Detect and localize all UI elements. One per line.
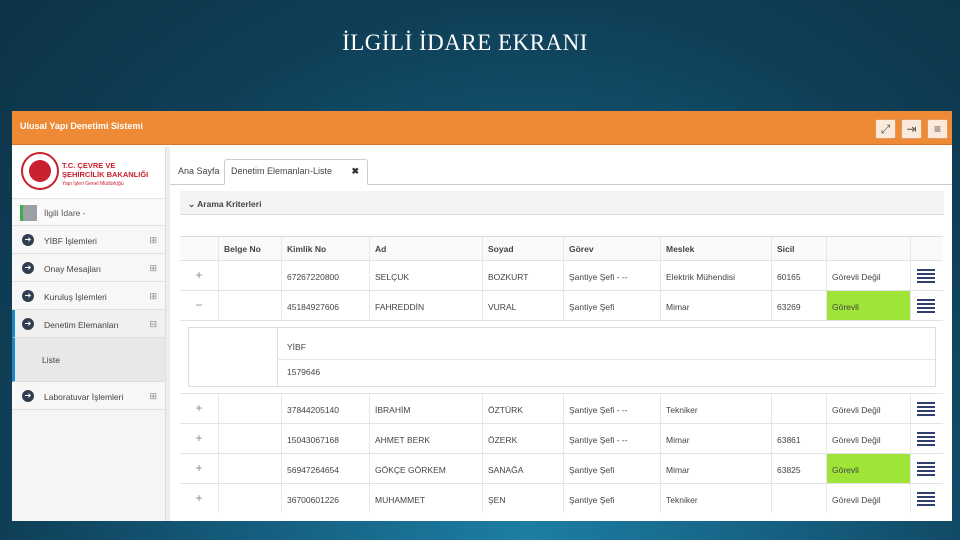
detail-value[interactable]: 1579646 — [287, 367, 320, 377]
arrow-circle-icon: ➔ — [22, 390, 34, 402]
sidebar-item-yibf[interactable]: ➔ YİBF İşlemleri ⊞ — [12, 226, 165, 254]
fullscreen-icon[interactable]: ⤢ — [875, 119, 896, 139]
status-badge: Görevli Değil — [826, 261, 910, 290]
status-badge: Görevli Değil — [826, 424, 910, 453]
avatar — [20, 205, 37, 221]
ministry-seal-icon — [21, 152, 59, 190]
main-content: Ana Sayfa Denetim Elemanları-Liste ✖ ⌄ A… — [170, 147, 952, 521]
row-menu-icon[interactable] — [917, 492, 935, 506]
column-header[interactable]: Ad — [369, 237, 482, 260]
search-criteria-label: ⌄ Arama Kriterleri — [188, 199, 262, 209]
sidebar-item-laboratuvar[interactable]: ➔ Laboratuvar İşlemleri ⊞ — [12, 382, 165, 410]
arrow-circle-icon: ➔ — [22, 318, 34, 330]
column-header[interactable]: Görev — [563, 237, 660, 260]
search-criteria-panel[interactable]: ⌄ Arama Kriterleri — [180, 191, 944, 215]
expand-row-icon[interactable]: + — [180, 394, 218, 423]
table-row[interactable]: + 67267220800 SELÇUK BOZKURT Şantiye Şef… — [180, 260, 943, 290]
column-header[interactable]: Soyad — [482, 237, 563, 260]
column-header[interactable]: Kimlik No — [281, 237, 369, 260]
column-header[interactable]: Meslek — [660, 237, 771, 260]
tab-home[interactable]: Ana Sayfa — [178, 166, 220, 192]
expand-row-icon[interactable]: + — [180, 424, 218, 453]
staff-table: Belge No Kimlik No Ad Soyad Görev Meslek… — [180, 236, 943, 513]
status-badge: Görevli — [826, 291, 910, 320]
expand-icon[interactable]: ⊞ — [149, 391, 157, 402]
expand-icon[interactable]: ⊞ — [149, 235, 157, 246]
status-badge: Görevli Değil — [826, 394, 910, 423]
sidebar: T.C. ÇEVRE VE ŞEHİRCİLİK BAKANLIĞI Yapı … — [12, 147, 166, 521]
sidebar-item-kurulus[interactable]: ➔ Kuruluş İşlemleri ⊞ — [12, 282, 165, 310]
slide-title: İLGİLİ İDARE EKRANI — [342, 30, 588, 55]
body-area: T.C. ÇEVRE VE ŞEHİRCİLİK BAKANLIĞI Yapı … — [12, 147, 952, 521]
close-icon[interactable]: ✖ — [351, 166, 359, 177]
status-badge: Görevli Değil — [826, 484, 910, 513]
table-row[interactable]: + 56947264654 GÖKÇE GÖRKEM SANAĞA Şantiy… — [180, 453, 943, 483]
table-header: Belge No Kimlik No Ad Soyad Görev Meslek… — [180, 236, 943, 260]
column-header[interactable]: Belge No — [218, 237, 281, 260]
row-menu-icon[interactable] — [917, 269, 935, 283]
topbar-buttons: ⤢ ⇥ ≡ — [875, 119, 948, 139]
tab-denetim-liste[interactable]: Denetim Elemanları-Liste ✖ — [224, 159, 368, 185]
topbar: Ulusal Yapı Denetimi Sistemi ⤢ ⇥ ≡ — [12, 111, 952, 145]
row-menu-icon[interactable] — [917, 432, 935, 446]
hamburger-menu-icon[interactable]: ≡ — [927, 119, 948, 139]
expand-row-icon[interactable]: + — [180, 261, 218, 290]
sidebar-item-onay[interactable]: ➔ Onay Mesajları ⊞ — [12, 254, 165, 282]
user-name: İlgili İdare - — [44, 208, 86, 218]
app-title: Ulusal Yapı Denetimi Sistemi — [20, 121, 143, 131]
column-header[interactable]: Sicil — [771, 237, 826, 260]
expand-icon[interactable]: ⊞ — [149, 291, 157, 302]
tab-bar: Ana Sayfa Denetim Elemanları-Liste ✖ — [170, 157, 952, 185]
table-row[interactable]: + 36700601226 MUHAMMET ŞEN Şantiye Şefi … — [180, 483, 943, 513]
table-row[interactable]: + 37844205140 İBRAHİM ÖZTÜRK Şantiye Şef… — [180, 393, 943, 423]
row-menu-icon[interactable] — [917, 462, 935, 476]
arrow-circle-icon: ➔ — [22, 290, 34, 302]
logout-icon[interactable]: ⇥ — [901, 119, 922, 139]
arrow-circle-icon: ➔ — [22, 262, 34, 274]
sidebar-item-denetim[interactable]: ➔ Denetim Elemanları ⊟ — [12, 310, 165, 338]
row-menu-icon[interactable] — [917, 402, 935, 416]
user-profile[interactable]: İlgili İdare - — [12, 199, 165, 226]
collapse-icon[interactable]: ⊟ — [149, 319, 157, 330]
detail-header: YİBF — [287, 342, 306, 352]
sidebar-subitem-liste[interactable]: Liste — [12, 338, 165, 382]
ministry-logo: T.C. ÇEVRE VE ŞEHİRCİLİK BAKANLIĞI Yapı … — [12, 147, 165, 199]
table-row[interactable]: + 15043067168 AHMET BERK ÖZERK Şantiye Ş… — [180, 423, 943, 453]
collapse-row-icon[interactable]: − — [180, 291, 218, 320]
arrow-circle-icon: ➔ — [22, 234, 34, 246]
status-badge: Görevli — [826, 454, 910, 483]
expand-row-icon[interactable]: + — [180, 454, 218, 483]
row-menu-icon[interactable] — [917, 299, 935, 313]
expand-row-icon[interactable]: + — [180, 484, 218, 513]
table-row[interactable]: − 45184927606 FAHREDDİN VURAL Şantiye Şe… — [180, 290, 943, 320]
row-detail-panel: YİBF 1579646 — [180, 320, 943, 393]
expand-icon[interactable]: ⊞ — [149, 263, 157, 274]
app-window: Ulusal Yapı Denetimi Sistemi ⤢ ⇥ ≡ T.C. … — [12, 111, 952, 521]
